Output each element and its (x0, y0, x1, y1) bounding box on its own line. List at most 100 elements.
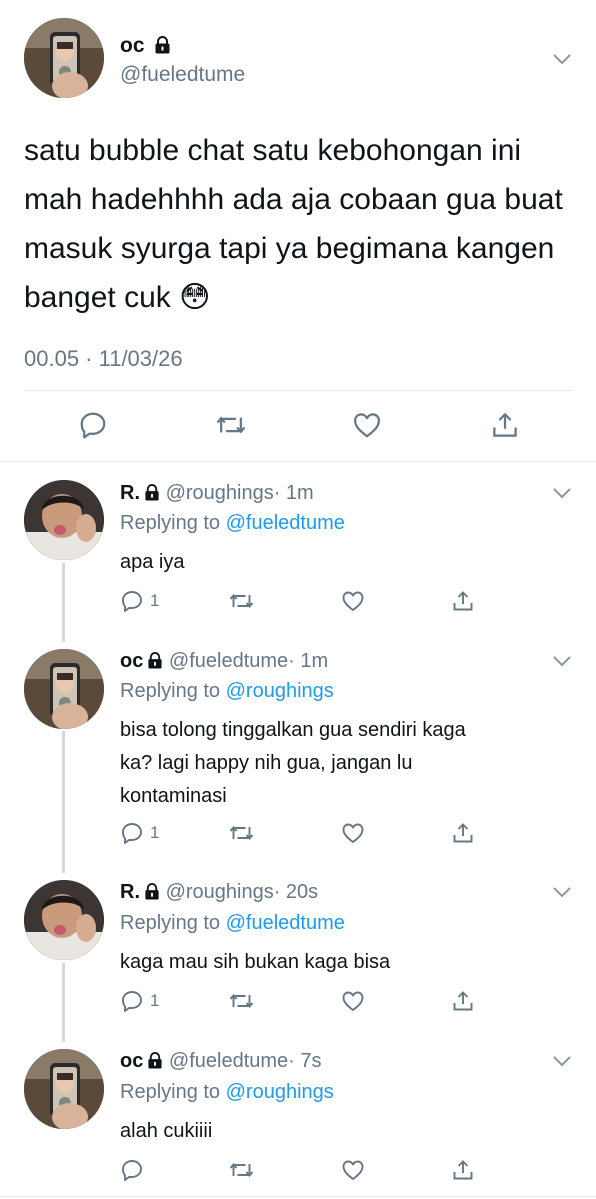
thread-line (62, 563, 65, 642)
mention-link[interactable]: @roughings (226, 680, 334, 702)
retweet-icon (216, 416, 246, 434)
reply-text-line: apa iya (120, 551, 185, 573)
divider (0, 461, 596, 462)
like-button[interactable] (341, 989, 365, 1013)
reply-text-line: ka? lagi happy nih gua, jangan lu (120, 752, 413, 774)
reply-count: 1 (150, 823, 160, 842)
retweet-button[interactable] (228, 589, 255, 613)
share-icon (453, 823, 473, 843)
reply-text-line: alah cukiiii (120, 1120, 213, 1142)
heart-icon (342, 991, 364, 1011)
lock-icon (144, 881, 160, 907)
retweet-icon (229, 994, 254, 1008)
reply-button[interactable] (120, 1158, 150, 1182)
replying-to: Replying to @fueledtume (120, 510, 345, 536)
display-name[interactable]: oc (120, 650, 143, 672)
share-button[interactable] (490, 410, 520, 440)
avatar-oc[interactable] (24, 649, 104, 729)
replying-to: Replying to @roughings (120, 678, 334, 704)
replying-label: Replying to (120, 512, 221, 534)
avatar-image (24, 880, 104, 960)
retweet-icon (229, 594, 254, 608)
timestamp: · 7s (288, 1050, 322, 1072)
divider (0, 1196, 596, 1197)
share-icon (453, 991, 473, 1011)
like-button[interactable] (341, 1158, 365, 1182)
reply-icon (122, 991, 142, 1012)
reply-text: kaga mau sih bukan kaga bisa (120, 949, 390, 975)
reply-text-line: kontaminasi (120, 785, 227, 807)
like-button[interactable] (352, 410, 382, 440)
handle[interactable]: @roughings (166, 881, 274, 903)
reply-button[interactable]: 1 (120, 821, 159, 845)
mention-link[interactable]: @roughings (226, 1081, 334, 1103)
chevron-down-icon[interactable] (552, 654, 572, 672)
reply-icon (80, 412, 106, 439)
share-button[interactable] (451, 589, 475, 613)
retweet-button[interactable] (228, 989, 255, 1013)
reply-text: bisa tolong tinggalkan gua sendiri kaga … (120, 714, 466, 813)
heart-icon (342, 1160, 364, 1180)
mention-link[interactable]: @fueledtume (226, 912, 345, 934)
retweet-button[interactable] (228, 1158, 255, 1182)
tweet-timestamp: 00.05 · 11/03/26 (24, 346, 183, 371)
avatar-image (24, 649, 104, 729)
retweet-button[interactable] (228, 821, 255, 845)
reply-text: alah cukiiii (120, 1118, 212, 1144)
reply-icon (122, 591, 142, 612)
display-name[interactable]: R. (120, 881, 140, 903)
reply-button[interactable]: 1 (120, 989, 159, 1013)
avatar-image (24, 18, 104, 98)
reply-text-line: kaga mau sih bukan kaga bisa (120, 951, 391, 973)
avatar-oc[interactable] (24, 18, 104, 98)
lock-icon (147, 650, 163, 676)
reply-icon (122, 823, 142, 844)
tweet-body: satu bubble chat satu kebohongan ini mah… (24, 134, 563, 314)
tweet-text: satu bubble chat satu kebohongan ini mah… (24, 126, 569, 322)
reply-header: R. @roughings· 1m (120, 480, 314, 508)
avatar-r[interactable] (24, 480, 104, 560)
replying-label: Replying to (120, 912, 221, 934)
timestamp: · 20s (273, 881, 319, 903)
timestamp: · 1m (273, 482, 314, 504)
thread-line (62, 731, 65, 873)
divider (24, 390, 572, 391)
reply-icon (122, 1160, 142, 1181)
reply-button[interactable]: 1 (120, 589, 159, 613)
handle[interactable]: @fueledtume (169, 1050, 288, 1072)
retweet-icon (229, 826, 254, 840)
chevron-down-icon[interactable] (552, 52, 572, 70)
display-name[interactable]: oc (120, 34, 145, 57)
share-button[interactable] (451, 989, 475, 1013)
mention-link[interactable]: @fueledtume (226, 512, 345, 534)
chevron-down-icon[interactable] (552, 486, 572, 504)
reply-header: oc @fueledtume· 7s (120, 1048, 322, 1076)
like-button[interactable] (341, 821, 365, 845)
handle[interactable]: @roughings (166, 482, 274, 504)
handle[interactable]: @fueledtume (169, 650, 288, 672)
chevron-down-icon[interactable] (552, 885, 572, 903)
avatar-r[interactable] (24, 880, 104, 960)
reply-header: oc @fueledtume· 1m (120, 648, 328, 676)
avatar-image (24, 480, 104, 560)
display-name[interactable]: R. (120, 482, 140, 504)
share-icon (453, 1160, 473, 1180)
reply-text: apa iya (120, 549, 185, 575)
share-button[interactable] (451, 1158, 475, 1182)
chevron-down-icon[interactable] (552, 1054, 572, 1072)
author-handle[interactable]: @fueledtume (120, 62, 245, 88)
display-name[interactable]: oc (120, 1050, 143, 1072)
lock-icon (144, 482, 160, 508)
reply-count: 1 (150, 591, 160, 610)
heart-icon (354, 413, 380, 438)
replying-label: Replying to (120, 1081, 221, 1103)
like-button[interactable] (341, 589, 365, 613)
reply-count: 1 (150, 991, 160, 1010)
retweet-button[interactable] (215, 410, 247, 440)
reply-button[interactable] (78, 410, 108, 440)
retweet-icon (229, 1163, 254, 1177)
share-button[interactable] (451, 821, 475, 845)
avatar-oc[interactable] (24, 1049, 104, 1129)
replying-label: Replying to (120, 680, 221, 702)
lock-icon (147, 1050, 163, 1076)
